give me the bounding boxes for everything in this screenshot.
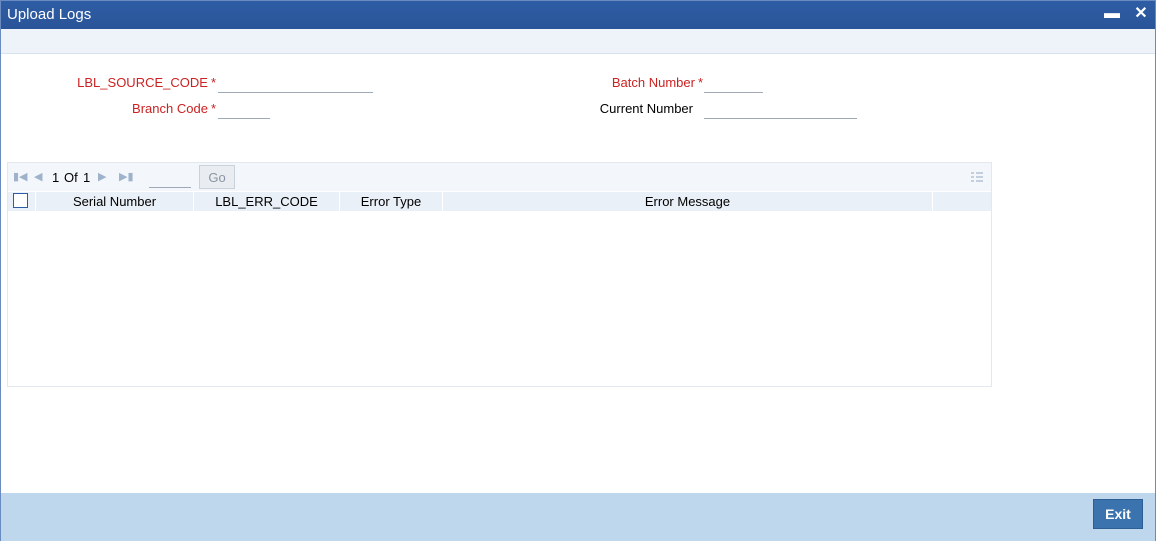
error-log-grid: ▮◀ ◀ 1 Of 1 ▶ ▶▮ Go Serial Number LBL_ER — [7, 162, 992, 387]
column-header-serial-number[interactable]: Serial Number — [36, 192, 194, 212]
current-number-label: Current Number — [599, 101, 693, 116]
upload-logs-window: Upload Logs ▬ ✕ LBL_SOURCE_CODE * Branch … — [0, 0, 1156, 541]
grid-body — [8, 211, 991, 386]
required-marker: * — [210, 75, 216, 90]
page-number-input[interactable] — [149, 169, 191, 188]
go-button[interactable]: Go — [199, 165, 235, 189]
select-all-cell — [8, 192, 36, 212]
batch-number-input[interactable] — [704, 75, 763, 93]
grid-header-row: Serial Number LBL_ERR_CODE Error Type Er… — [8, 191, 991, 212]
branch-code-input[interactable] — [218, 101, 270, 119]
total-pages: 1 — [83, 170, 91, 185]
window-title: Upload Logs — [7, 6, 92, 23]
column-header-error-message[interactable]: Error Message — [443, 192, 933, 212]
current-page: 1 — [52, 170, 60, 185]
current-number-input[interactable] — [704, 101, 857, 119]
toolbar-strip — [1, 29, 1155, 54]
close-icon[interactable]: ✕ — [1132, 5, 1150, 23]
required-marker: * — [210, 101, 216, 116]
source-code-input[interactable] — [218, 75, 373, 93]
source-code-label: LBL_SOURCE_CODE * — [77, 75, 216, 90]
next-page-icon[interactable]: ▶ — [98, 170, 106, 183]
last-page-icon[interactable]: ▶▮ — [119, 170, 134, 183]
first-page-icon[interactable]: ▮◀ — [13, 170, 28, 183]
batch-number-label: Batch Number * — [611, 75, 703, 90]
column-header-err-code[interactable]: LBL_ERR_CODE — [194, 192, 340, 212]
footer-bar: Exit — [1, 493, 1155, 541]
of-label: Of — [64, 170, 78, 185]
title-bar: Upload Logs ▬ ✕ — [1, 1, 1155, 29]
branch-code-label: Branch Code * — [132, 101, 216, 116]
prev-page-icon[interactable]: ◀ — [34, 170, 42, 183]
exit-button[interactable]: Exit — [1093, 499, 1143, 529]
grid-pager: ▮◀ ◀ 1 Of 1 ▶ ▶▮ Go — [8, 163, 991, 191]
column-header-error-type[interactable]: Error Type — [340, 192, 443, 212]
minimize-icon[interactable]: ▬ — [1103, 5, 1121, 23]
select-all-checkbox[interactable] — [13, 193, 28, 208]
column-settings-icon[interactable] — [971, 171, 983, 183]
required-marker: * — [697, 75, 703, 90]
